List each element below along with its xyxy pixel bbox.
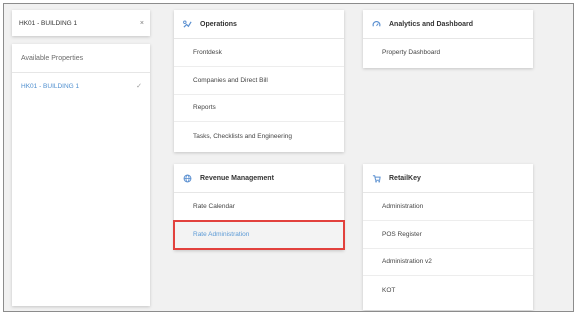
retailkey-card: RetailKey Administration POS Register Ad… — [363, 164, 533, 310]
menu-item-administration-v2[interactable]: Administration v2 — [363, 249, 533, 277]
menu-item-rate-administration[interactable]: Rate Administration — [173, 219, 345, 250]
available-properties-panel: Available Properties HK01 - BUILDING 1 ✓ — [12, 44, 150, 306]
menu-item-tasks-checklists[interactable]: Tasks, Checklists and Engineering — [174, 122, 344, 150]
revenue-card: Revenue Management Rate Calendar Rate Ad… — [173, 164, 345, 250]
property-item[interactable]: HK01 - BUILDING 1 ✓ — [12, 73, 150, 99]
operations-title-label: Operations — [200, 20, 237, 28]
menu-item-rate-calendar[interactable]: Rate Calendar — [174, 193, 344, 221]
analytics-title: Analytics and Dashboard — [363, 10, 533, 39]
retail-icon — [371, 173, 381, 183]
revenue-icon — [182, 173, 192, 183]
property-selector[interactable]: HK01 - BUILDING 1 × — [12, 10, 150, 36]
check-icon: ✓ — [136, 83, 142, 90]
operations-card: Operations Frontdesk Companies and Direc… — [174, 10, 344, 152]
available-properties-header: Available Properties — [12, 44, 150, 73]
clear-icon[interactable]: × — [140, 20, 144, 27]
menu-item-property-dashboard[interactable]: Property Dashboard — [363, 39, 533, 67]
analytics-title-label: Analytics and Dashboard — [389, 20, 474, 28]
analytics-card: Analytics and Dashboard Property Dashboa… — [363, 10, 533, 68]
revenue-title: Revenue Management — [174, 164, 344, 193]
retailkey-title-label: RetailKey — [389, 174, 421, 182]
retailkey-title: RetailKey — [363, 164, 533, 193]
property-selector-value: HK01 - BUILDING 1 — [19, 19, 78, 27]
app-frame: HK01 - BUILDING 1 × Available Properties… — [3, 3, 574, 312]
dashboard-icon — [371, 19, 381, 29]
menu-item-reports[interactable]: Reports — [174, 95, 344, 123]
menu-item-pos-register[interactable]: POS Register — [363, 221, 533, 249]
property-item-label: HK01 - BUILDING 1 — [21, 82, 80, 90]
menu-item-companies-direct-bill[interactable]: Companies and Direct Bill — [174, 67, 344, 95]
menu-item-kot[interactable]: KOT — [363, 276, 533, 304]
operations-title: Operations — [174, 10, 344, 39]
menu-item-frontdesk[interactable]: Frontdesk — [174, 39, 344, 67]
revenue-title-label: Revenue Management — [200, 174, 274, 182]
menu-item-administration[interactable]: Administration — [363, 193, 533, 221]
operations-icon — [182, 19, 192, 29]
